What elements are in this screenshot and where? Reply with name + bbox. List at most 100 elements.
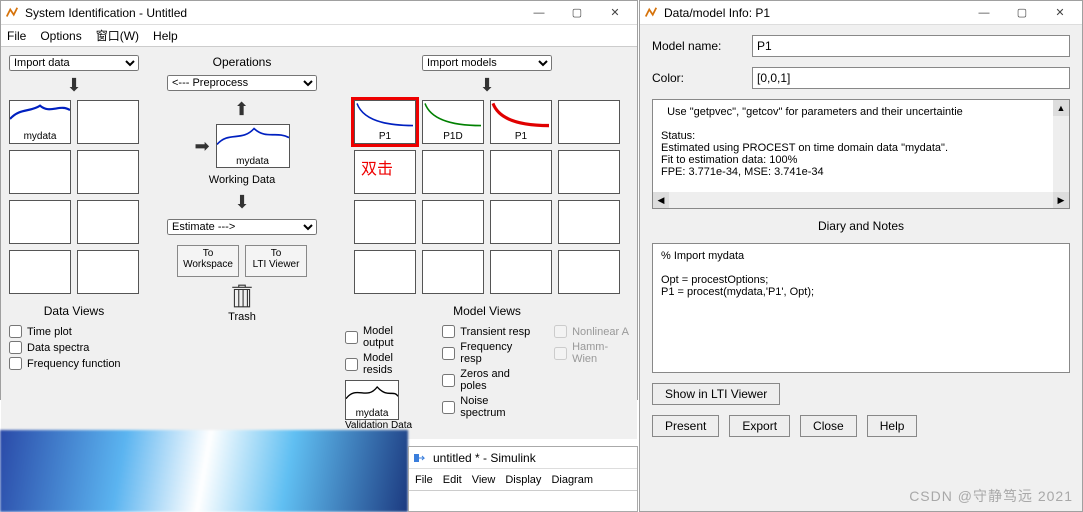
arrow-down-icon: ⬇ [479,75,494,96]
estimate-select[interactable]: Estimate ---> [167,219,317,235]
model-slot-empty[interactable] [490,200,552,244]
sysid-title: System Identification - Untitled [25,6,521,20]
trash[interactable]: Trash [228,283,256,323]
data-slot-empty[interactable] [9,150,71,194]
import-models-select[interactable]: Import models [422,55,552,71]
show-lti-button[interactable]: Show in LTI Viewer [652,383,780,405]
working-data-label: Working Data [209,174,275,186]
menu-file[interactable]: File [7,29,26,43]
arrow-down-icon: ⬇ [66,75,81,96]
check-freq-resp[interactable]: Frequency resp [442,341,534,365]
scrollbar-vertical[interactable]: ▲ [1053,100,1069,192]
sysid-window: System Identification - Untitled — ▢ ✕ F… [0,0,638,400]
info-titlebar[interactable]: Data/model Info: P1 — ▢ ✕ [640,1,1082,25]
ops-title: Operations [213,55,272,69]
maximize-icon[interactable]: ▢ [1004,3,1040,23]
menu-window[interactable]: 窗口(W) [96,27,139,44]
sysid-menubar: File Options 窗口(W) Help [1,25,637,47]
sim-menu-diagram[interactable]: Diagram [551,474,593,486]
model-slot-empty[interactable] [490,150,552,194]
close-icon[interactable]: ✕ [1042,3,1078,23]
model-slot-p1[interactable]: P1 [354,100,416,144]
arrow-up-icon: ⬇ [234,97,249,118]
model-slot-empty[interactable] [558,100,620,144]
maximize-icon[interactable]: ▢ [559,3,595,23]
desktop-background [0,430,408,512]
model-slot-p1b[interactable]: P1 [490,100,552,144]
data-views-title: Data Views [44,304,104,318]
model-slot-empty[interactable] [422,200,484,244]
present-button[interactable]: Present [652,415,719,437]
check-nonlinear: Nonlinear A [554,325,629,338]
data-slot-empty[interactable] [77,100,139,144]
validation-thumb[interactable]: mydata [345,380,399,420]
model-slot-empty[interactable] [490,250,552,294]
data-slot-grid: mydata [9,100,139,294]
simulink-title: untitled * - Simulink [433,451,633,465]
red-annotation: 双击 [361,155,393,179]
model-slot-empty[interactable] [422,250,484,294]
arrow-right-icon: ➡ [194,136,209,157]
check-zeros[interactable]: Zeros and poles [442,368,534,392]
sim-menu-display[interactable]: Display [505,474,541,486]
import-data-select[interactable]: Import data [9,55,139,71]
sysid-body: Import data ⬇ mydata Data Views [1,47,637,439]
data-slot-empty[interactable] [9,200,71,244]
sysid-titlebar[interactable]: System Identification - Untitled — ▢ ✕ [1,1,637,25]
to-workspace-button[interactable]: To Workspace [177,245,239,277]
watermark: CSDN @守静笃远 2021 [909,486,1073,506]
status-panel[interactable]: Use "getpvec", "getcov" for parameters a… [652,99,1070,209]
data-slot-mydata[interactable]: mydata [9,100,71,144]
color-input[interactable] [752,67,1070,89]
simulink-window: untitled * - Simulink File Edit View Dis… [408,446,638,512]
minimize-icon[interactable]: — [521,3,557,23]
menu-help[interactable]: Help [153,29,178,43]
info-body: Model name: Color: Use "getpvec", "getco… [640,25,1082,489]
diary-title: Diary and Notes [652,219,1070,233]
model-views-title: Model Views [453,304,521,318]
close-button[interactable]: Close [800,415,857,437]
data-slot-empty[interactable] [9,250,71,294]
data-slot-empty[interactable] [77,150,139,194]
check-hamm: Hamm-Wien [554,341,629,365]
to-lti-button[interactable]: To LTI Viewer [245,245,307,277]
matlab-icon [5,6,19,20]
check-freq-func[interactable]: Frequency function [9,357,121,370]
close-icon[interactable]: ✕ [597,3,633,23]
data-slot-empty[interactable] [77,200,139,244]
check-noise[interactable]: Noise spectrum [442,395,534,419]
simulink-titlebar[interactable]: untitled * - Simulink [409,447,637,469]
model-name-input[interactable] [752,35,1070,57]
model-slot-empty[interactable] [422,150,484,194]
sim-menu-view[interactable]: View [472,474,496,486]
model-slot-empty[interactable] [354,250,416,294]
ops-column: Operations <--- Preprocess ⬇ ➡ mydata Wo… [159,55,325,323]
diary-panel[interactable]: % Import mydata Opt = procestOptions; P1… [652,243,1070,373]
sim-menu-file[interactable]: File [415,474,433,486]
help-button[interactable]: Help [867,415,918,437]
info-window: Data/model Info: P1 — ▢ ✕ Model name: Co… [639,0,1083,512]
working-data-thumb[interactable]: mydata [216,124,290,168]
model-slot-p1d[interactable]: P1D [422,100,484,144]
simulink-icon [413,451,427,465]
check-time-plot[interactable]: Time plot [9,325,121,338]
minimize-icon[interactable]: — [966,3,1002,23]
check-transient[interactable]: Transient resp [442,325,534,338]
arrow-down-icon: ⬇ [234,192,249,213]
check-model-resids[interactable]: Model resids [345,352,422,376]
preprocess-select[interactable]: <--- Preprocess [167,75,317,91]
export-button[interactable]: Export [729,415,790,437]
model-slot-grid: P1 P1D P1 [354,100,620,294]
model-slot-empty[interactable] [354,200,416,244]
model-slot-empty[interactable] [558,200,620,244]
data-slot-empty[interactable] [77,250,139,294]
check-model-output[interactable]: Model output [345,325,422,349]
sim-menu-edit[interactable]: Edit [443,474,462,486]
color-label: Color: [652,71,742,85]
model-slot-empty[interactable] [558,150,620,194]
matlab-icon [644,6,658,20]
scrollbar-horizontal[interactable]: ◀▶ [653,192,1069,208]
model-slot-empty[interactable] [558,250,620,294]
check-data-spectra[interactable]: Data spectra [9,341,121,354]
menu-options[interactable]: Options [40,29,81,43]
